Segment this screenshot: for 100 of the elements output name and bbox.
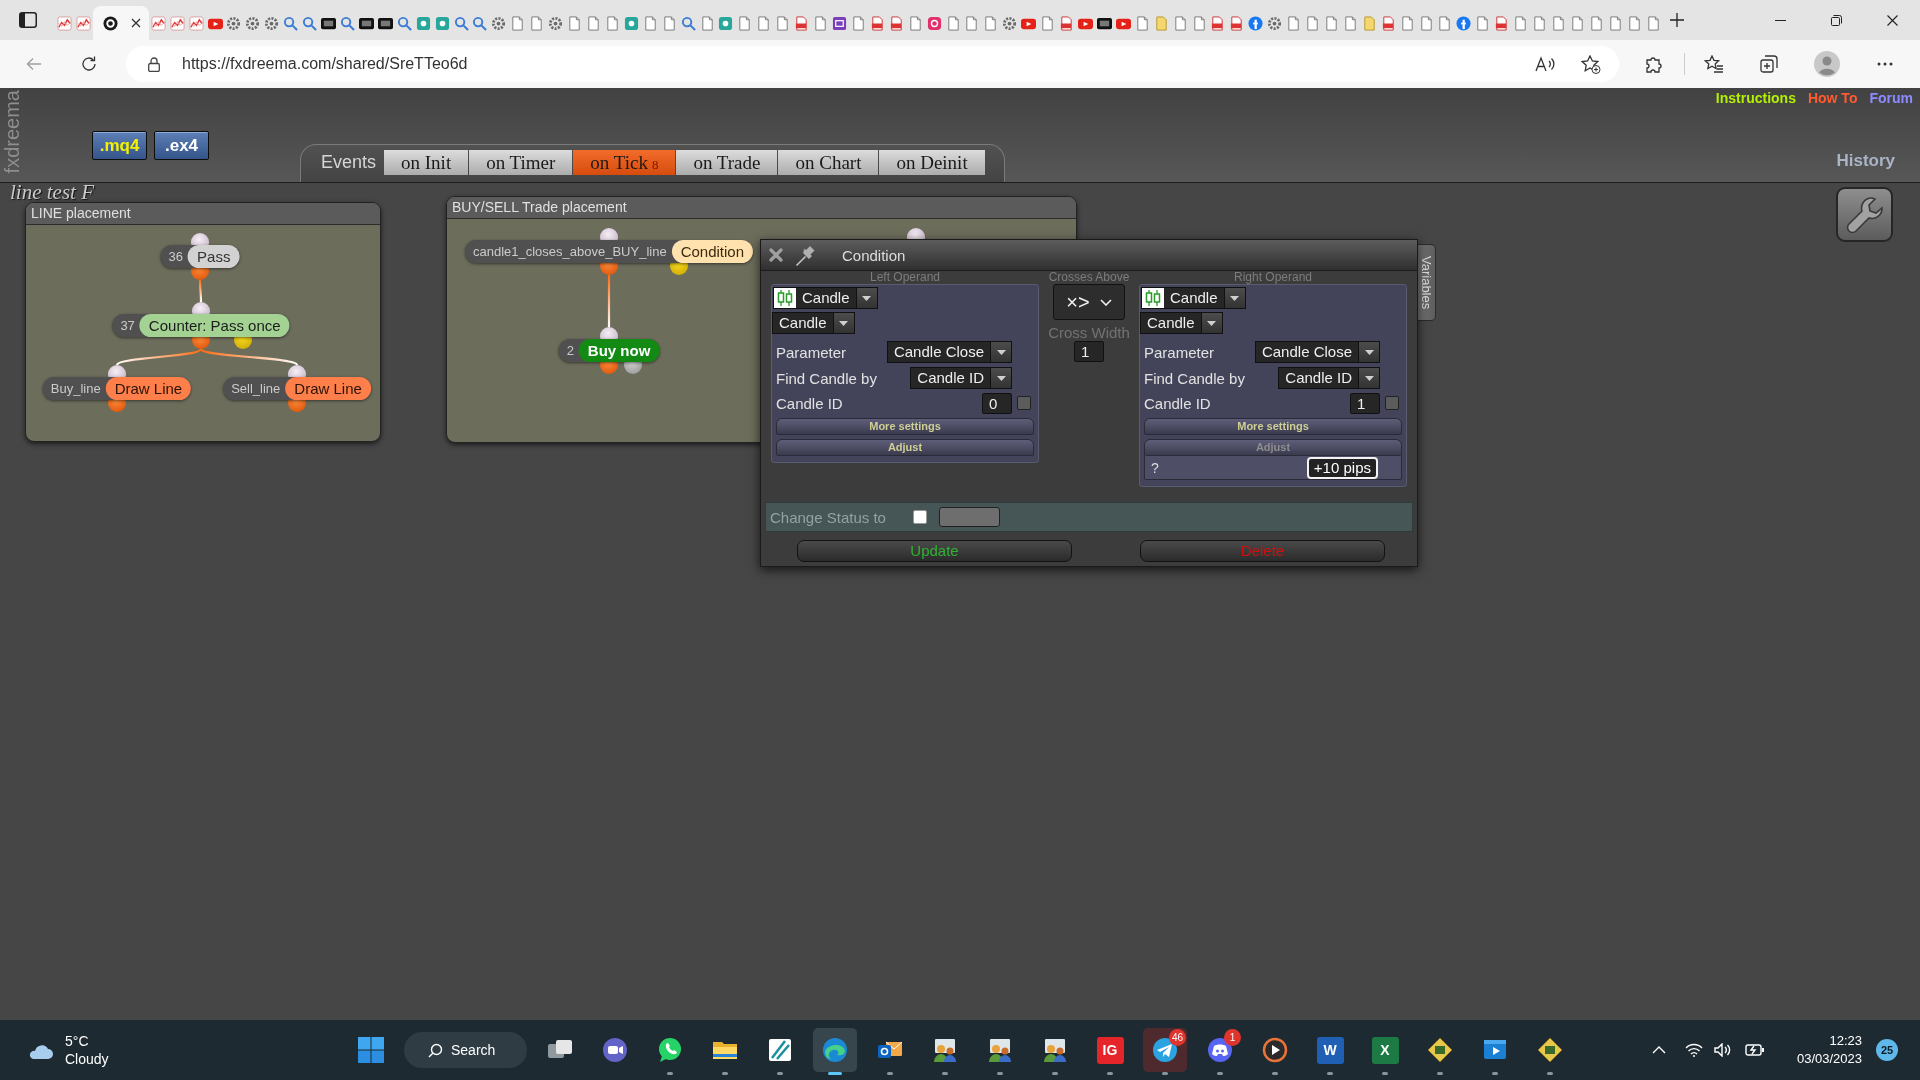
gear-icon: [491, 15, 507, 31]
dropdown[interactable]: Candle Close: [886, 341, 1012, 363]
diamond-icon: [1426, 1036, 1454, 1064]
status-field[interactable]: [938, 507, 1000, 527]
outlet-dot-icon[interactable]: [288, 400, 306, 412]
video-camera-icon: [601, 1036, 629, 1064]
inlet-dot-icon[interactable]: [191, 233, 209, 245]
project-name: line test F: [10, 183, 94, 202]
notification-count[interactable]: 25: [1876, 1039, 1898, 1061]
speaker-icon[interactable]: [1714, 1043, 1732, 1057]
inlet-dot-icon[interactable]: [108, 365, 126, 377]
update-button[interactable]: Update: [797, 540, 1072, 562]
search-icon: [453, 15, 469, 31]
more-settings-button[interactable]: More settings: [776, 418, 1034, 435]
event-tab[interactable]: on Init: [384, 150, 469, 175]
dropdown[interactable]: Candle ID: [910, 367, 1012, 389]
more-settings-button[interactable]: More settings: [1144, 418, 1402, 435]
clock-date[interactable]: 03/03/2023: [1796, 1050, 1862, 1068]
flow-block[interactable]: 37 Counter: Pass once: [112, 314, 290, 337]
address-bar[interactable]: https://fxdreema.com/shared/SreTTeo6d: [126, 46, 1619, 82]
event-tab[interactable]: on Timer: [469, 150, 573, 175]
wifi-icon[interactable]: [1685, 1043, 1703, 1057]
dropdown[interactable]: Candle: [773, 287, 878, 309]
inlet-dot-icon[interactable]: [600, 228, 618, 240]
taskbar-app-button[interactable]: 1: [1198, 1028, 1242, 1072]
flow-block[interactable]: 2 Buy now: [558, 339, 660, 362]
flow-block[interactable]: 36 Pass: [160, 245, 240, 268]
chevron-up-icon[interactable]: [1652, 1046, 1666, 1054]
export-button[interactable]: .ex4: [154, 131, 209, 160]
dropdown[interactable]: Candle Close: [1254, 341, 1380, 363]
taskbar-app-button[interactable]: W: [1308, 1028, 1352, 1072]
refresh-icon[interactable]: [81, 56, 97, 72]
dropdown[interactable]: Candle: [1140, 312, 1223, 334]
restore-icon[interactable]: [1830, 14, 1842, 26]
pin-icon[interactable]: [795, 243, 818, 267]
inlet-dot-icon[interactable]: [288, 365, 306, 377]
wrench-button[interactable]: [1836, 187, 1893, 242]
checkbox[interactable]: [1385, 396, 1399, 410]
flow-block[interactable]: candle1_closes_above_BUY_line Condition: [464, 240, 754, 263]
outlet-dot-icon[interactable]: [600, 263, 618, 275]
outlet-dot-icon[interactable]: [600, 362, 618, 374]
puzzle-icon[interactable]: [1645, 55, 1663, 73]
block-tag: 2: [558, 343, 579, 358]
taskbar-app-button[interactable]: 46: [1143, 1028, 1187, 1072]
taskbar-app-button[interactable]: X: [1363, 1028, 1407, 1072]
lock-icon[interactable]: [148, 56, 160, 72]
dropdown[interactable]: Candle: [772, 312, 855, 334]
inlet-dot-icon[interactable]: [600, 327, 618, 339]
close-icon[interactable]: [130, 18, 141, 28]
number-input[interactable]: 0: [982, 392, 1012, 414]
event-tab[interactable]: on Deinit: [879, 150, 985, 175]
inlet-dot-icon[interactable]: [192, 302, 210, 314]
document-icon: [869, 15, 885, 31]
screen-icon: [358, 15, 374, 31]
event-tab[interactable]: on Trade: [676, 150, 778, 175]
battery-icon[interactable]: [1745, 1043, 1765, 1057]
history-link[interactable]: History: [1836, 151, 1895, 171]
event-tab[interactable]: on Tick 8: [573, 150, 676, 175]
panel-icon[interactable]: [18, 12, 37, 28]
export-button[interactable]: .mq4: [92, 131, 147, 160]
pips-input[interactable]: +10 pips: [1306, 456, 1378, 479]
dropdown[interactable]: Candle ID: [1278, 367, 1380, 389]
add-favorite-icon[interactable]: [1581, 54, 1601, 74]
outlet-dot-icon[interactable]: [192, 337, 210, 349]
flow-block[interactable]: Buy_line Draw Line: [42, 377, 192, 400]
browser-tab[interactable]: [92, 6, 149, 40]
checkbox[interactable]: [1017, 396, 1031, 410]
number-input[interactable]: 1: [1074, 341, 1104, 362]
people-icon: [986, 1036, 1014, 1064]
favorites-icon[interactable]: [1704, 55, 1724, 73]
checkbox[interactable]: [912, 510, 927, 524]
back-icon[interactable]: [26, 57, 42, 71]
minimize-icon[interactable]: [1774, 19, 1786, 21]
header-link[interactable]: Instructions: [1715, 90, 1796, 106]
inlet-dot-icon[interactable]: [907, 228, 925, 240]
number-input[interactable]: 1: [1350, 392, 1380, 414]
page-icon: [1551, 15, 1566, 31]
connector-line: [198, 280, 203, 302]
operator-dropdown[interactable]: ×>: [1053, 284, 1125, 320]
weather-condition: Cloudy: [65, 1050, 109, 1068]
outlet-dot-icon[interactable]: [624, 362, 642, 374]
taskbar-app-button[interactable]: IG: [1088, 1028, 1132, 1072]
more-icon[interactable]: [1877, 62, 1893, 66]
event-tab[interactable]: on Chart: [778, 150, 879, 175]
document-icon: [1210, 15, 1226, 31]
profile-avatar-icon[interactable]: [1814, 51, 1840, 77]
adjust-button[interactable]: Adjust: [776, 439, 1034, 456]
flow-block[interactable]: Sell_line Draw Line: [223, 377, 371, 400]
outlet-dot-icon[interactable]: [670, 263, 688, 275]
clock-time[interactable]: 12:23: [1829, 1032, 1862, 1050]
collections-icon[interactable]: [1760, 55, 1778, 73]
circle-logo-icon: [1248, 15, 1264, 31]
outlet-dot-icon[interactable]: [191, 268, 209, 280]
search-box[interactable]: Search: [404, 1032, 527, 1068]
outlet-dot-icon[interactable]: [234, 337, 252, 349]
dropdown[interactable]: Candle: [1141, 287, 1246, 309]
outlet-dot-icon[interactable]: [108, 400, 126, 412]
close-icon[interactable]: [1886, 14, 1898, 26]
plus-icon[interactable]: [1670, 13, 1684, 27]
read-aloud-icon[interactable]: [1535, 56, 1555, 72]
